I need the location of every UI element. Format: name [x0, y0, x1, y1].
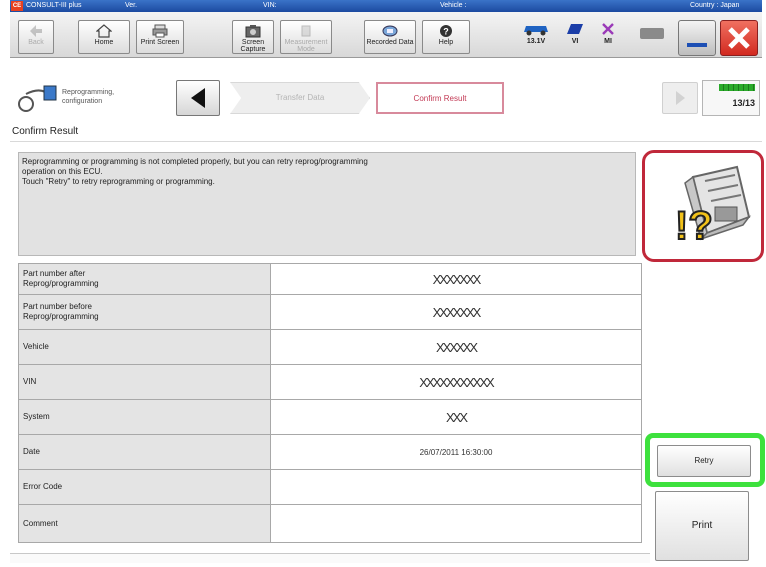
result-message-text: Reprogramming or programming is not comp…: [22, 157, 368, 186]
vi-status: VI: [562, 22, 588, 45]
progress-bar: [719, 84, 755, 91]
result-message: Reprogramming or programming is not comp…: [18, 152, 636, 256]
recorded-data-button[interactable]: Recorded Data: [364, 20, 416, 54]
minimize-icon: [687, 43, 707, 47]
reprogramming-icon: [18, 85, 57, 112]
row-label-system: System: [18, 399, 271, 435]
table-row: Error Code: [18, 469, 642, 505]
table-row: Comment: [18, 504, 642, 543]
country-label: Country : Japan: [690, 2, 740, 9]
row-value-date: 26/07/2011 16:30:00: [270, 434, 642, 470]
recorded-data-icon: [382, 25, 398, 37]
row-label-comment: Comment: [18, 504, 271, 543]
triangle-right-icon: [676, 91, 685, 105]
row-value-part-before: XXXXXXX: [270, 294, 642, 330]
next-step-button[interactable]: [662, 82, 698, 114]
step-confirm-result: Confirm Result: [376, 82, 504, 114]
screen-capture-button[interactable]: Screen Capture: [232, 20, 274, 54]
battery-status: 13.1V: [518, 22, 554, 45]
row-label-part-before: Part number before Reprog/programming: [18, 294, 271, 330]
close-button[interactable]: [720, 20, 758, 56]
camera-icon: [245, 25, 261, 38]
print-screen-label: Print Screen: [140, 39, 180, 46]
minimize-button[interactable]: [678, 20, 716, 56]
previous-step-button[interactable]: [176, 80, 220, 116]
app-logo: CE: [11, 1, 23, 11]
row-value-vehicle: XXXXXX: [270, 329, 642, 365]
back-label: Back: [28, 39, 44, 46]
help-button[interactable]: ? Help: [422, 20, 470, 54]
gauge-icon: [301, 25, 311, 37]
app-name: CONSULT-III plus: [26, 2, 82, 9]
back-button[interactable]: Back: [18, 20, 54, 54]
triangle-left-icon: [191, 88, 205, 108]
page-title: Confirm Result: [10, 122, 762, 142]
measurement-mode-label: Measurement Mode: [284, 39, 328, 53]
vi-icon: [567, 24, 583, 34]
mi-cross-icon: [602, 23, 614, 35]
version-label: Ver.: [125, 2, 138, 9]
row-value-vin: XXXXXXXXXXX: [270, 364, 642, 400]
row-label-date: Date: [18, 434, 271, 470]
reprogramming-label: Reprogramming, configuration: [62, 89, 115, 105]
title-bar: CE CONSULT-III plus Ver. VIN: Vehicle : …: [10, 0, 762, 12]
result-table: Part number after Reprog/programming XXX…: [18, 263, 642, 543]
mi-label: MI: [604, 38, 612, 45]
ecu-warning-image: !?: [642, 150, 764, 262]
row-label-part-after: Part number after Reprog/programming: [18, 263, 271, 295]
home-icon: [96, 24, 112, 38]
print-screen-button[interactable]: Print Screen: [136, 20, 184, 54]
close-icon: [728, 27, 750, 49]
row-value-part-after: XXXXXXX: [270, 263, 642, 295]
row-label-error-code: Error Code: [18, 469, 271, 505]
row-value-system: XXX: [270, 399, 642, 435]
step-counter: 13/13: [702, 80, 760, 116]
svg-text:!?: !?: [675, 204, 713, 248]
svg-text:?: ?: [443, 27, 449, 37]
home-button[interactable]: Home: [78, 20, 130, 54]
connection-indicator: [640, 28, 664, 39]
car-icon: [524, 26, 548, 36]
help-label: Help: [438, 39, 454, 46]
navigation-bar: Reprogramming, configuration Transfer Da…: [10, 78, 762, 120]
ecu-warning-icon: !?: [674, 165, 752, 249]
printer-icon: [152, 24, 168, 38]
measurement-mode-button[interactable]: Measurement Mode: [280, 20, 332, 54]
screen-capture-label: Screen Capture: [240, 39, 266, 53]
table-row: Vehicle XXXXXX: [18, 329, 642, 365]
help-icon: ?: [440, 25, 452, 37]
table-row: System XXX: [18, 399, 642, 435]
vin-label: VIN:: [263, 2, 277, 9]
row-value-comment: [270, 504, 642, 543]
bottom-scroll-area: [10, 553, 650, 563]
back-arrow-icon: [30, 25, 42, 37]
table-row: Part number after Reprog/programming XXX…: [18, 263, 642, 295]
table-row: VIN XXXXXXXXXXX: [18, 364, 642, 400]
mi-status: MI: [596, 22, 620, 45]
row-label-vehicle: Vehicle: [18, 329, 271, 365]
toolbar: Back Home Print Screen Screen Capture Me…: [10, 12, 762, 58]
vi-label: VI: [571, 38, 579, 45]
table-row: Part number before Reprog/programming XX…: [18, 294, 642, 330]
row-label-vin: VIN: [18, 364, 271, 400]
recorded-data-label: Recorded Data: [366, 39, 414, 46]
step-counter-text: 13/13: [732, 98, 755, 108]
print-button[interactable]: Print: [655, 491, 749, 561]
retry-button[interactable]: Retry: [657, 445, 751, 477]
voltage-value: 13.1V: [526, 38, 546, 45]
row-value-error-code: [270, 469, 642, 505]
reprogramming-mode: Reprogramming, configuration: [14, 84, 174, 114]
home-label: Home: [94, 39, 114, 46]
step-transfer-data: Transfer Data: [230, 82, 370, 114]
table-row: Date 26/07/2011 16:30:00: [18, 434, 642, 470]
vehicle-label: Vehicle :: [440, 2, 467, 9]
